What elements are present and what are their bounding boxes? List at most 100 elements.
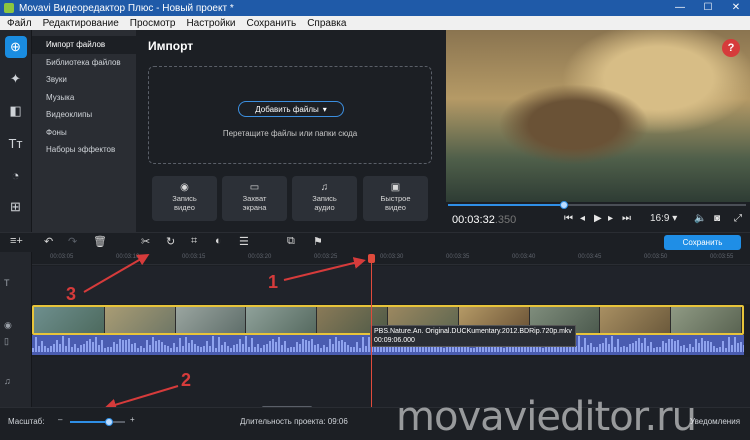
rotate-icon[interactable]: ↻ bbox=[166, 235, 175, 248]
volume-icon[interactable]: 🔈 bbox=[694, 213, 706, 224]
maximize-button[interactable]: ☐ bbox=[694, 0, 722, 16]
waveform-bar bbox=[179, 337, 181, 352]
waveform-bar bbox=[353, 347, 355, 352]
timeline-ruler[interactable]: 00:03:05 00:03:10 00:03:15 00:03:20 00:03:25… bbox=[32, 252, 750, 265]
waveform-bar bbox=[359, 347, 361, 352]
notifications-link[interactable]: Уведомления bbox=[690, 417, 740, 426]
titles-icon[interactable]: Tт bbox=[5, 132, 27, 154]
waveform-bar bbox=[623, 345, 625, 352]
waveform-bar bbox=[662, 341, 664, 352]
capture-label: Запись bbox=[172, 194, 197, 203]
playhead-line[interactable] bbox=[371, 256, 372, 407]
add-files-button[interactable]: Добавить файлы ▾ bbox=[238, 101, 344, 117]
menu-file[interactable]: Файл bbox=[7, 18, 32, 29]
zoom-slider[interactable] bbox=[70, 418, 125, 426]
transitions-icon[interactable]: ◧ bbox=[5, 100, 27, 122]
menu-settings[interactable]: Настройки bbox=[186, 18, 235, 29]
aspect-ratio-select[interactable]: 16:9 ▾ bbox=[650, 213, 677, 224]
magic-wand-icon[interactable]: ✦ bbox=[5, 68, 27, 90]
submenu-item-library[interactable]: Библиотека файлов bbox=[32, 54, 136, 72]
zoom-out-icon[interactable]: – bbox=[58, 415, 62, 424]
add-files-label: Добавить файлы bbox=[255, 104, 319, 114]
pip-icon[interactable]: ⧉ bbox=[287, 235, 295, 248]
waveform-bar bbox=[227, 346, 229, 352]
progress-handle[interactable] bbox=[560, 201, 569, 209]
undo-icon[interactable]: ↶ bbox=[44, 235, 53, 248]
waveform-bar bbox=[536, 347, 538, 352]
minimize-button[interactable]: — bbox=[666, 0, 694, 16]
waveform-bar bbox=[284, 340, 286, 352]
more-tools-icon[interactable]: ⊞ bbox=[5, 196, 27, 218]
delete-icon[interactable]: 🗑 bbox=[93, 235, 107, 248]
submenu-item-music[interactable]: Музыка bbox=[32, 89, 136, 107]
play-icon[interactable]: ▶ bbox=[594, 213, 602, 224]
waveform-bar bbox=[287, 347, 289, 352]
waveform-bar bbox=[251, 338, 253, 352]
waveform-bar bbox=[674, 341, 676, 352]
frame-forward-icon[interactable]: ▸ bbox=[608, 213, 613, 224]
drop-zone[interactable]: Добавить файлы ▾ Перетащите файлы или па… bbox=[148, 66, 432, 164]
submenu-item-effect-packs[interactable]: Наборы эффектов bbox=[32, 141, 136, 159]
menu-save[interactable]: Сохранить bbox=[247, 18, 297, 29]
menu-edit[interactable]: Редактирование bbox=[43, 18, 119, 29]
video-track-eye-icon[interactable]: ◉ bbox=[4, 320, 12, 331]
waveform-bar bbox=[476, 346, 478, 352]
waveform-bar bbox=[35, 336, 37, 352]
waveform-bar bbox=[302, 339, 304, 352]
playhead-handle[interactable] bbox=[368, 254, 375, 263]
waveform-bar bbox=[170, 347, 172, 352]
submenu-item-backgrounds[interactable]: Фоны bbox=[32, 124, 136, 142]
quick-video-button[interactable]: ▣ Быстрое видео bbox=[363, 176, 428, 221]
add-track-icon[interactable]: ≡+ bbox=[10, 235, 23, 247]
waveform-bar bbox=[656, 347, 658, 352]
waveform-bar bbox=[92, 341, 94, 352]
marker-icon[interactable]: ⚑ bbox=[313, 235, 323, 248]
redo-icon[interactable]: ↷ bbox=[68, 235, 77, 248]
waveform-bar bbox=[431, 346, 433, 352]
playback-progress-bar[interactable] bbox=[448, 201, 746, 209]
ruler-tick: 00:03:20 bbox=[248, 254, 272, 260]
snapshot-icon[interactable]: ◙ bbox=[714, 213, 720, 224]
import-icon[interactable]: ⊕ bbox=[4, 36, 27, 58]
fullscreen-icon[interactable]: ⤢ bbox=[734, 213, 742, 224]
crop-icon[interactable]: ⌗ bbox=[191, 235, 197, 248]
video-track-lock-icon[interactable]: ▯ bbox=[4, 336, 9, 347]
menu-bar: Файл Редактирование Просмотр Настройки С… bbox=[0, 16, 750, 30]
submenu-item-videoclips[interactable]: Видеоклипы bbox=[32, 106, 136, 124]
submenu-item-import-files[interactable]: Импорт файлов bbox=[32, 36, 136, 54]
clip-thumbnail bbox=[600, 307, 672, 333]
zoom-handle[interactable] bbox=[104, 418, 113, 426]
save-button[interactable]: Сохранить bbox=[664, 235, 741, 250]
help-button[interactable]: ? bbox=[722, 39, 740, 57]
ruler-tick: 00:03:50 bbox=[644, 254, 668, 260]
frame-back-icon[interactable]: ◂ bbox=[580, 213, 585, 224]
text-track[interactable] bbox=[32, 266, 750, 304]
ruler-tick: 00:03:30 bbox=[380, 254, 404, 260]
record-audio-button[interactable]: ♫ Запись аудио bbox=[292, 176, 357, 221]
submenu-item-sounds[interactable]: Звуки bbox=[32, 71, 136, 89]
close-button[interactable]: ✕ bbox=[722, 0, 750, 16]
clip-thumbnail bbox=[246, 307, 318, 333]
waveform-bar bbox=[263, 344, 265, 352]
cut-icon[interactable]: ✂ bbox=[141, 235, 150, 248]
skip-back-icon[interactable]: ⏮ bbox=[564, 213, 573, 224]
zoom-in-icon[interactable]: + bbox=[130, 415, 135, 424]
screen-capture-button[interactable]: ▭ Захват экрана bbox=[222, 176, 287, 221]
clip-thumbnail bbox=[671, 307, 742, 333]
player-controls: 00:03:32.350 ⏮ ◂ ▶ ▸ ⏭ 16:9 ▾ 🔈 ◙ ⤢ bbox=[446, 201, 750, 232]
video-preview[interactable]: ? bbox=[446, 30, 750, 202]
waveform-bar bbox=[326, 347, 328, 352]
skip-forward-icon[interactable]: ⏭ bbox=[622, 213, 631, 224]
waveform-bar bbox=[32, 348, 34, 352]
color-adjust-icon[interactable]: ◐ bbox=[215, 235, 222, 247]
record-video-button[interactable]: ◉ Запись видео bbox=[152, 176, 217, 221]
menu-view[interactable]: Просмотр bbox=[130, 18, 176, 29]
waveform-bar bbox=[239, 339, 241, 352]
waveform-bar bbox=[62, 336, 64, 352]
clip-properties-icon[interactable]: ☰ bbox=[239, 235, 249, 248]
waveform-bar bbox=[206, 340, 208, 352]
menu-help[interactable]: Справка bbox=[307, 18, 346, 29]
filters-icon[interactable]: ◔ bbox=[5, 164, 27, 186]
waveform-bar bbox=[593, 347, 595, 352]
waveform-bar bbox=[509, 347, 511, 352]
